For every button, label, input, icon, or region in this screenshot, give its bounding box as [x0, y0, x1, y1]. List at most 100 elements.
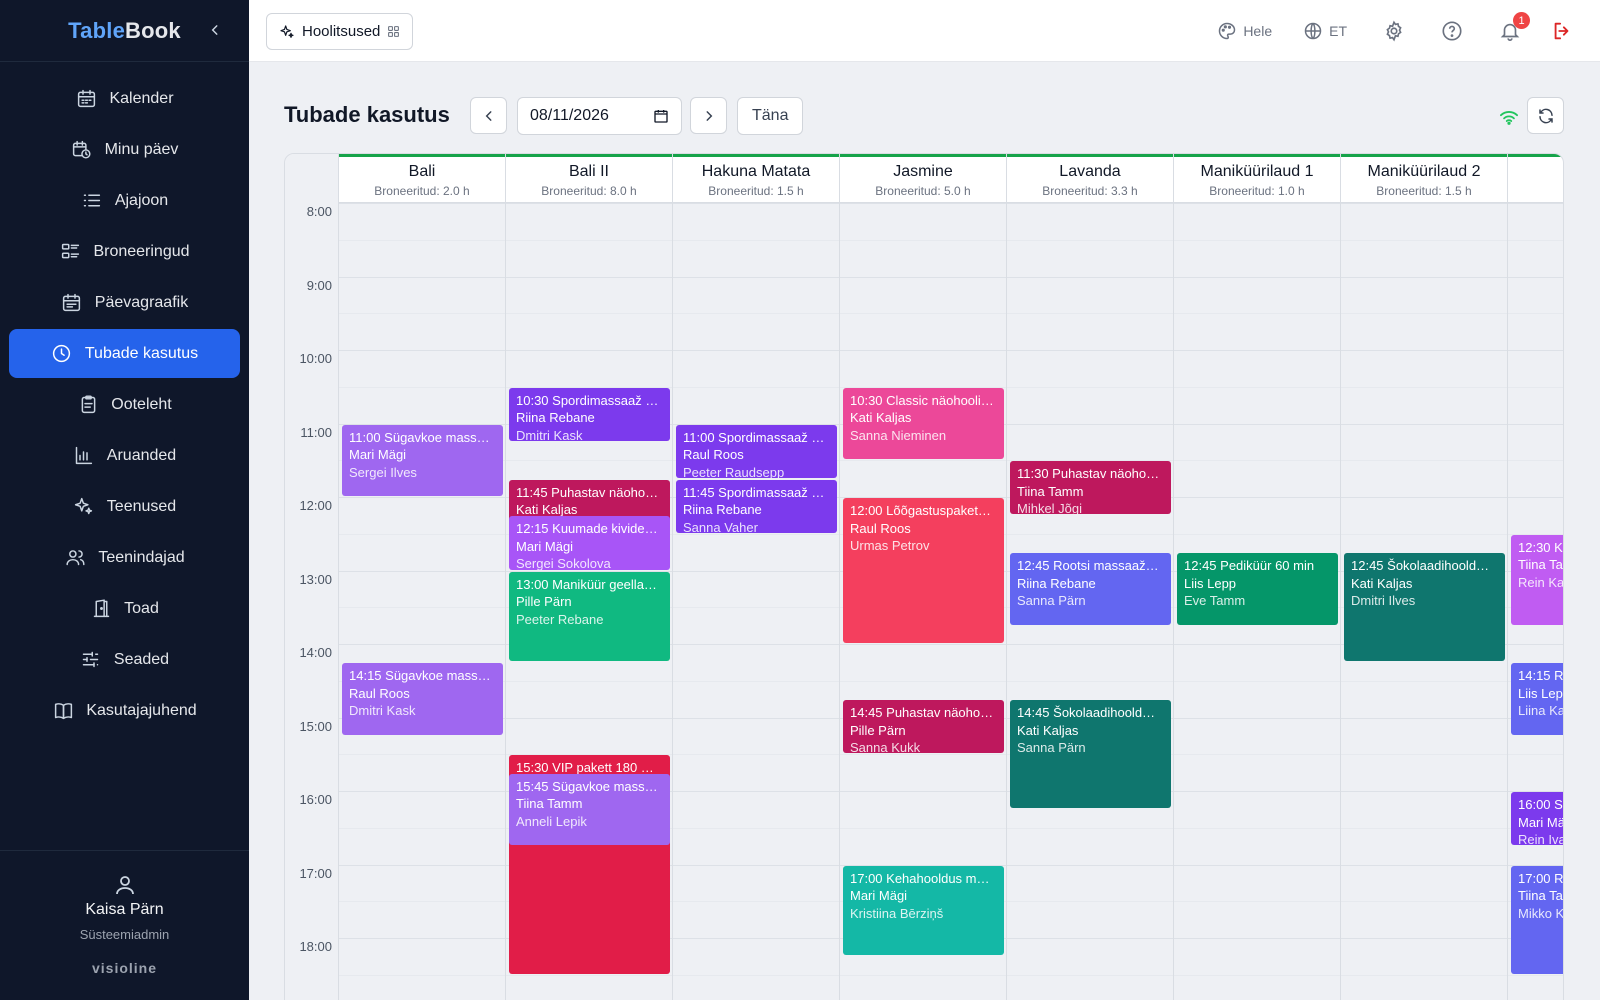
booking-client: Mari Mägi: [349, 447, 407, 462]
booking-title: 15:45 Sügavkoe mass…: [516, 778, 658, 794]
sidebar-item-toad[interactable]: Toad: [9, 584, 240, 633]
logout-button[interactable]: [1551, 20, 1573, 42]
booking-staff: Peeter Rebane: [516, 611, 604, 627]
brand-header: TableBook: [0, 0, 249, 62]
booking-staff: Dmitri Ilves: [1351, 593, 1416, 609]
calendar-icon: [75, 88, 97, 110]
booking-block[interactable]: 12:00 Lõõgastuspaket… Raul Roos Urmas Petr…: [843, 498, 1004, 643]
today-button[interactable]: Täna: [737, 97, 804, 135]
booking-block[interactable]: 12:45 Pediküür 60 min Liis Lepp Eve Tamm: [1177, 553, 1338, 625]
sidebar-item-label: Ooteleht: [111, 395, 172, 413]
app-logo[interactable]: TableBook: [68, 18, 181, 44]
booking-block[interactable]: 14:45 Šokolaadihoold… Kati Kaljas Sanna Pä…: [1010, 700, 1171, 809]
booking-staff: Urmas Petrov: [850, 538, 930, 553]
refresh-button[interactable]: [1527, 97, 1564, 134]
room-name: Maniküürilaud 2: [1367, 163, 1481, 180]
sidebar-item-label: Seaded: [113, 650, 170, 668]
time-label: 13:00: [299, 571, 332, 587]
booking-title: 11:00 Sügavkoe mass…: [349, 429, 490, 445]
chevron-left-icon: [485, 110, 491, 121]
booking-staff: Sanna Nieminen: [850, 427, 947, 443]
booking-block[interactable]: 17:00 Ro Tiina Tar Mikko Ko: [1511, 865, 1563, 974]
door-icon: [90, 598, 112, 620]
booking-title: 12:15 Kuumade kivide…: [516, 521, 658, 537]
notifications-button[interactable]: 1: [1499, 12, 1530, 42]
room-booked-hours: Broneeritud: 1.5 h: [708, 184, 804, 198]
room-booked-hours: Broneeritud: 1.0 h: [1209, 184, 1305, 198]
gear-icon: [1383, 20, 1405, 42]
booking-title: 12:00 Lõõgastuspaket…: [850, 503, 991, 518]
booking-block[interactable]: 12:45 Šokolaadihoold… Kati Kaljas Dmitri I…: [1344, 553, 1505, 662]
booking-block[interactable]: 12:30 Ku Tiina TarRein Kar: [1511, 534, 1563, 625]
booking-block[interactable]: 14:45 Puhastav näoho… Pille Pärn Sanna Kuk…: [843, 700, 1004, 754]
sidebar-item-kasutajajuhend[interactable]: Kasutajajuhend: [9, 686, 240, 735]
booking-title: 17:00 Kehahooldus m…: [850, 870, 990, 886]
page-title: Tubade kasutus: [284, 102, 450, 127]
booking-block[interactable]: 12:45 Rootsi massaaž… Riina Rebane Sanna P…: [1010, 553, 1171, 625]
theme-toggle[interactable]: Hele: [1216, 20, 1272, 42]
user-role: Süsteemiadmin: [79, 927, 170, 942]
booking-title: 12:45 Rootsi massaaž…: [1017, 558, 1159, 574]
booking-block[interactable]: 14:15 Sügavkoe mass… Raul Roos Dmitri Kask: [342, 663, 503, 735]
sidebar: TableBook Kalender Minu päev Ajajoon Bronee…: [0, 0, 249, 1000]
sidebar-item-minu-päev[interactable]: Minu päev: [9, 125, 240, 174]
booking-block[interactable]: 16:00 Sp Mari Mä Rein Iva: [1511, 792, 1563, 846]
booking-client: Raul Roos: [850, 520, 911, 536]
time-label: 12:00: [299, 498, 332, 513]
previous-day-button[interactable]: [470, 97, 507, 134]
settings-button[interactable]: [1383, 20, 1405, 42]
booking-client: Kati Kaljas: [1017, 722, 1079, 738]
user-icon[interactable]: [113, 873, 137, 897]
room-column[interactable]: Hakuna Matata Broneeritud: 1.5 h: [673, 154, 840, 1000]
sidebar-item-seaded[interactable]: Seaded: [9, 635, 240, 684]
room-booked-hours: Broneeritud: 2.0 h: [374, 184, 470, 198]
list-icon: [81, 190, 103, 212]
booking-block[interactable]: 17:00 Kehahooldus m… Mari Mägi Kristiina B…: [843, 865, 1004, 956]
booking-block[interactable]: 14:15 RoLiis Lepp Liina Ka: [1511, 663, 1563, 735]
language-switcher[interactable]: ET: [1302, 20, 1347, 42]
booking-block[interactable]: 11:00 Sügavkoe mass… Mari Mägi Sergei Ilve…: [342, 424, 503, 496]
sidebar-item-ooteleht[interactable]: Ooteleht: [9, 380, 240, 429]
booking-title: 11:00 Spordimassaaž …: [683, 429, 825, 445]
sidebar-item-kalender[interactable]: Kalender: [9, 74, 240, 123]
booking-block[interactable]: 15:45 Sügavkoe mass… Tiina Tamm Anneli Lep…: [509, 773, 670, 846]
sidebar-item-label: Minu päev: [104, 140, 179, 158]
sidebar-item-päevagraafik[interactable]: Päevagraafik: [9, 278, 240, 327]
sidebar-item-teenused[interactable]: Teenused: [9, 482, 240, 531]
time-column: 8:00 9:00 10:00 11:00 12:00 13:00 14:00 15:00 16…: [285, 154, 339, 1000]
sidebar-item-tubade-kasutus[interactable]: Tubade kasutus: [9, 329, 240, 378]
room-name: Ped: [1508, 163, 1563, 181]
booking-title: 16:00 Sp: [1518, 797, 1563, 812]
booking-block[interactable]: 11:30 Puhastav näoho… Tiina Tamm Mihkel Jõ…: [1010, 461, 1171, 515]
topbar-actions: Hele ET 1: [1216, 0, 1600, 62]
room-booked-hours: Broneeritud: 5.0 h: [875, 184, 971, 198]
sidebar-item-ajajoon[interactable]: Ajajoon: [9, 176, 240, 225]
next-day-button[interactable]: [690, 97, 727, 134]
booking-staff: Mihkel Jõgi: [1017, 501, 1083, 515]
services-button[interactable]: Hoolitsused: [266, 13, 414, 50]
sidebar-item-teenindajad[interactable]: Teenindajad: [9, 533, 240, 582]
sidebar-item-broneeringud[interactable]: Broneeringud: [9, 227, 240, 276]
calendar-days-icon: [61, 292, 83, 314]
booking-block[interactable]: 10:30 Classic näohooli… Kati Kaljas Sanna …: [843, 387, 1004, 460]
room-booked-hours: Broneeritud: 3.3 h: [1042, 184, 1138, 198]
date-input[interactable]: 08/11/2026: [517, 97, 682, 135]
help-circle-icon: [1441, 20, 1463, 42]
collapse-sidebar-button[interactable]: [205, 20, 225, 40]
room-name: Hakuna Matata: [701, 163, 811, 180]
booking-block[interactable]: 11:00 Spordimassaaž … Raul Roos Peeter Rau…: [676, 424, 837, 478]
sparkles-icon: [73, 496, 95, 518]
room-column[interactable]: Bali Broneeritud: 2.0 h: [339, 154, 506, 1000]
time-label: 18:00: [299, 939, 332, 954]
booking-title: 11:45 Spordimassaaž …: [683, 484, 825, 500]
booking-block[interactable]: 10:30 Spordimassaaž … Riina Rebane Dmitri …: [509, 387, 670, 441]
time-label: 17:00: [299, 865, 332, 881]
booking-block[interactable]: 11:45 Spordimassaaž … Riina Rebane Sanna V…: [676, 479, 837, 533]
chevron-right-icon: [706, 110, 712, 121]
sidebar-item-aruanded[interactable]: Aruanded: [9, 431, 240, 480]
room-name: Bali II: [568, 163, 609, 180]
booking-block[interactable]: 12:15 Kuumade kivide… Mari Mägi Sergei Sok…: [509, 516, 670, 570]
booking-client: Liis Lepp: [1518, 685, 1563, 701]
help-button[interactable]: [1441, 20, 1463, 42]
booking-block[interactable]: 13:00 Maniküür geella… Pille Pärn Peeter R…: [509, 571, 670, 662]
